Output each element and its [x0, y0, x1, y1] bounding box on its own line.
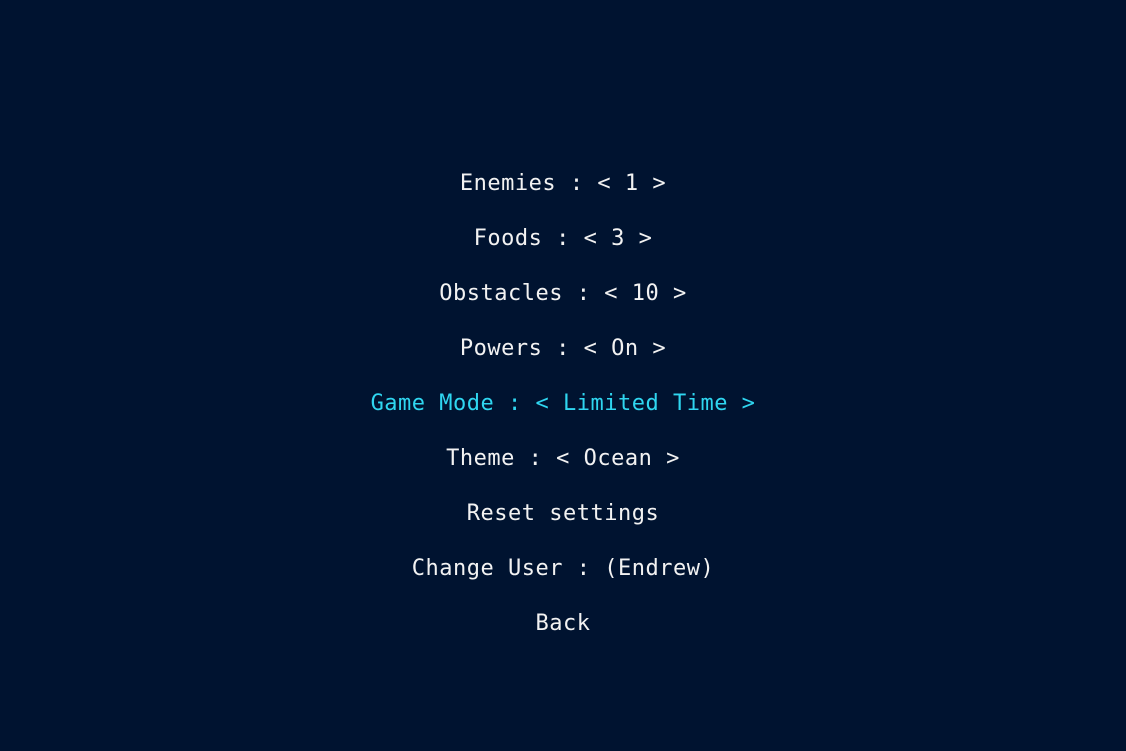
menu-item-theme[interactable]: Theme : < Ocean > — [0, 435, 1126, 490]
settings-menu: Enemies : < 1 > Foods : < 3 > Obstacles … — [0, 160, 1126, 655]
menu-item-powers[interactable]: Powers : < On > — [0, 325, 1126, 380]
settings-screen: { "menu": { "selected_index": 4, "colors… — [0, 0, 1126, 751]
menu-item-obstacles[interactable]: Obstacles : < 10 > — [0, 270, 1126, 325]
menu-item-enemies[interactable]: Enemies : < 1 > — [0, 160, 1126, 215]
menu-item-foods[interactable]: Foods : < 3 > — [0, 215, 1126, 270]
menu-item-change-user[interactable]: Change User : (Endrew) — [0, 545, 1126, 600]
menu-item-game-mode[interactable]: Game Mode : < Limited Time > — [0, 380, 1126, 435]
menu-item-reset-settings[interactable]: Reset settings — [0, 490, 1126, 545]
menu-item-back[interactable]: Back — [0, 600, 1126, 655]
